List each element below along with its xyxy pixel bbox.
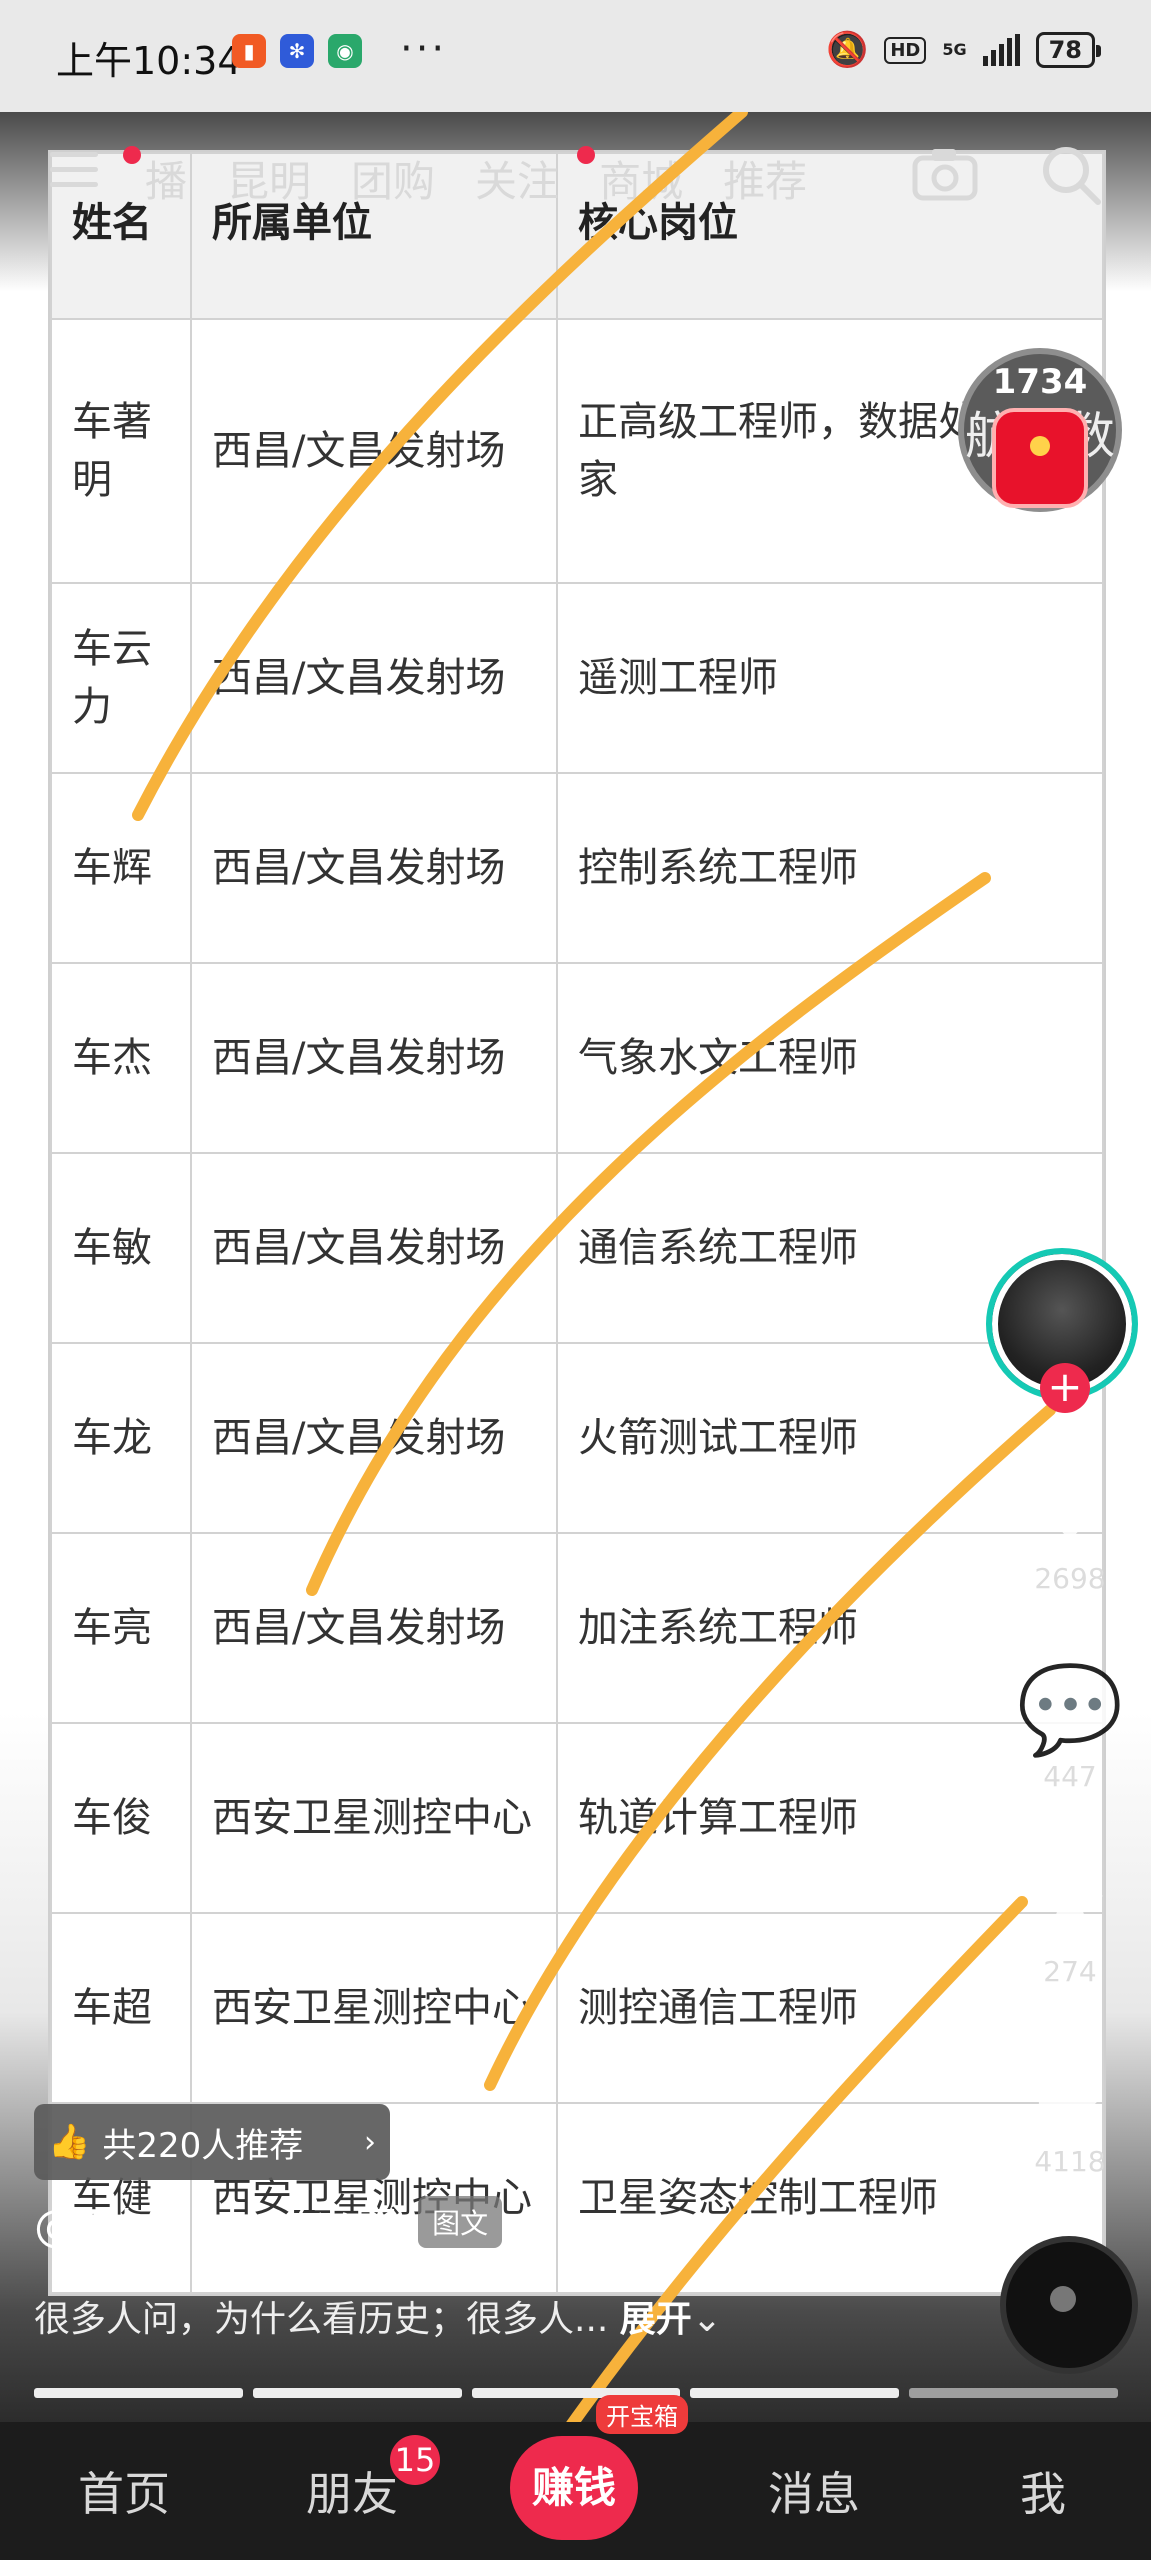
tab-mall[interactable]: 商城: [577, 146, 683, 209]
cell-position: 遥测工程师: [556, 582, 1104, 774]
share-count: 4118: [1034, 2145, 1106, 2178]
table-row: 车杰 西昌/文昌发射场 气象水文工程师: [50, 962, 1104, 1154]
comment-count: 447: [1043, 1760, 1097, 1793]
progress-segment: [34, 2388, 243, 2398]
cell-name: 车俊: [50, 1722, 192, 1914]
cell-unit: 西昌/文昌发射场: [190, 318, 558, 584]
cell-name: 车著明: [50, 318, 192, 584]
comment-icon: 💬: [1016, 1660, 1124, 1760]
signal-icon: [982, 34, 1020, 66]
like-count: 2698: [1034, 1562, 1106, 1595]
recommend-pill[interactable]: 👍 共220人推荐 ›: [34, 2104, 390, 2180]
tab-me[interactable]: 我: [1020, 2458, 1066, 2524]
hongbao-count: 1734: [992, 362, 1088, 402]
cell-name: 车敏: [50, 1152, 192, 1344]
app-notification-icon: ◉: [328, 34, 362, 68]
more-notifications-icon: ···: [400, 26, 448, 72]
tab-messages[interactable]: 消息: [768, 2458, 860, 2524]
hongbao-widget[interactable]: 航天数 1734: [958, 348, 1122, 512]
table-row: 车著明 西昌/文昌发射场 正高级工程师，数据处理专家: [50, 318, 1104, 584]
hd-icon: HD: [884, 36, 927, 64]
table-row: 车云力 西昌/文昌发射场 遥测工程师: [50, 582, 1104, 774]
tab-home[interactable]: 首页: [78, 2458, 170, 2524]
tab-live[interactable]: 播: [123, 146, 187, 209]
status-bar: 上午10:34 ▮ ✻ ◉ ··· 🔕 HD 5G 78: [0, 0, 1151, 112]
table-row: 车龙 西昌/文昌发射场 火箭测试工程师: [50, 1342, 1104, 1534]
share-button[interactable]: ➦ 4118: [1010, 2045, 1130, 2178]
app-notification-icon: ▮: [232, 34, 266, 68]
cell-name: 车亮: [50, 1532, 192, 1724]
image-progress-bar: [34, 2388, 1118, 2398]
notification-dot: [123, 146, 141, 164]
network-type: 5G: [942, 40, 967, 59]
cell-unit: 西昌/文昌发射场: [190, 582, 558, 774]
table-row: 车俊 西安卫星测控中心 轨道计算工程师: [50, 1722, 1104, 1914]
cell-unit: 西安卫星测控中心: [190, 1912, 558, 2104]
cell-name: 车辉: [50, 772, 192, 964]
notification-icons: ▮ ✻ ◉: [232, 34, 362, 68]
cell-name: 车超: [50, 1912, 192, 2104]
cell-unit: 西昌/文昌发射场: [190, 962, 558, 1154]
heart-icon: ♥: [1031, 1462, 1109, 1562]
expand-link[interactable]: 展开: [620, 2299, 692, 2340]
post-type-tag: 图文: [418, 2196, 503, 2248]
search-icon[interactable]: [1040, 144, 1102, 206]
tab-following[interactable]: 关注: [475, 148, 559, 209]
friends-badge: 15: [390, 2435, 440, 2485]
progress-segment: [690, 2388, 900, 2398]
camera-icon[interactable]: [912, 146, 978, 202]
cell-unit: 西昌/文昌发射场: [190, 1342, 558, 1534]
tab-group-buy[interactable]: 团购: [351, 148, 435, 209]
table-row: 车亮 西昌/文昌发射场 加注系统工程师: [50, 1532, 1104, 1724]
author-name[interactable]: @Allen Lin（平安: [34, 2190, 398, 2254]
share-arrow-icon: ➦: [1033, 2045, 1107, 2145]
feed-tabs: 播 昆明 团购 关注 商城 推荐: [123, 146, 807, 209]
menu-icon[interactable]: [50, 152, 98, 197]
recommend-text: 共220人推荐: [102, 2125, 304, 2166]
caption-text: 很多人问，为什么看历史；很多人...: [34, 2299, 609, 2340]
battery-icon: 78: [1035, 32, 1102, 68]
post-caption[interactable]: 很多人问，为什么看历史；很多人... 展开⌄: [34, 2290, 722, 2342]
mute-icon: 🔕: [825, 30, 869, 70]
table-row: 车敏 西昌/文昌发射场 通信系统工程师: [50, 1152, 1104, 1344]
cell-name: 车云力: [50, 582, 192, 774]
notification-dot: [577, 146, 596, 164]
chevron-down-icon: ⌄: [691, 2299, 722, 2340]
personnel-table: 姓名 所属单位 核心岗位 车著明 西昌/文昌发射场 正高级工程师，数据处理专家 …: [48, 150, 1106, 2296]
favorite-count: 274: [1043, 1955, 1097, 1988]
treasure-chest-tag: 开宝箱: [596, 2395, 688, 2434]
status-time: 上午10:34: [56, 39, 242, 83]
tab-friends[interactable]: 朋友: [306, 2458, 398, 2524]
cell-unit: 西昌/文昌发射场: [190, 1532, 558, 1724]
progress-segment: [252, 2388, 462, 2398]
like-button[interactable]: ♥ 2698: [1010, 1462, 1130, 1595]
author-line: @Allen Lin（平安 图文: [34, 2190, 503, 2254]
follow-plus-icon[interactable]: +: [1040, 1363, 1090, 1413]
cell-unit: 西安卫星测控中心: [190, 1722, 558, 1914]
cell-unit: 西昌/文昌发射场: [190, 772, 558, 964]
tab-local[interactable]: 昆明: [227, 148, 311, 209]
chevron-right-icon: ›: [364, 2124, 376, 2160]
cell-position: 气象水文工程师: [556, 962, 1104, 1154]
favorite-button[interactable]: ★ 274: [1010, 1855, 1130, 1988]
cell-name: 车龙: [50, 1342, 192, 1534]
cell-unit: 西昌/文昌发射场: [190, 1152, 558, 1344]
earn-button[interactable]: 赚钱: [510, 2436, 638, 2540]
comment-button[interactable]: 💬 447: [1010, 1660, 1130, 1793]
thumbs-up-icon: 👍: [48, 2122, 91, 2162]
tab-recommend[interactable]: 推荐: [723, 148, 807, 209]
progress-segment: [909, 2388, 1118, 2398]
star-icon: ★: [1031, 1855, 1109, 1955]
red-envelope-icon: [992, 408, 1088, 508]
app-notification-icon: ✻: [280, 34, 314, 68]
table-row: 车辉 西昌/文昌发射场 控制系统工程师: [50, 772, 1104, 964]
cell-name: 车杰: [50, 962, 192, 1154]
top-nav: 播 昆明 团购 关注 商城 推荐: [0, 130, 1151, 220]
table-row: 车超 西安卫星测控中心 测控通信工程师: [50, 1912, 1104, 2104]
music-disc-icon[interactable]: [1000, 2236, 1138, 2374]
status-indicators: 🔕 HD 5G 78: [825, 30, 1102, 70]
cell-position: 控制系统工程师: [556, 772, 1104, 964]
